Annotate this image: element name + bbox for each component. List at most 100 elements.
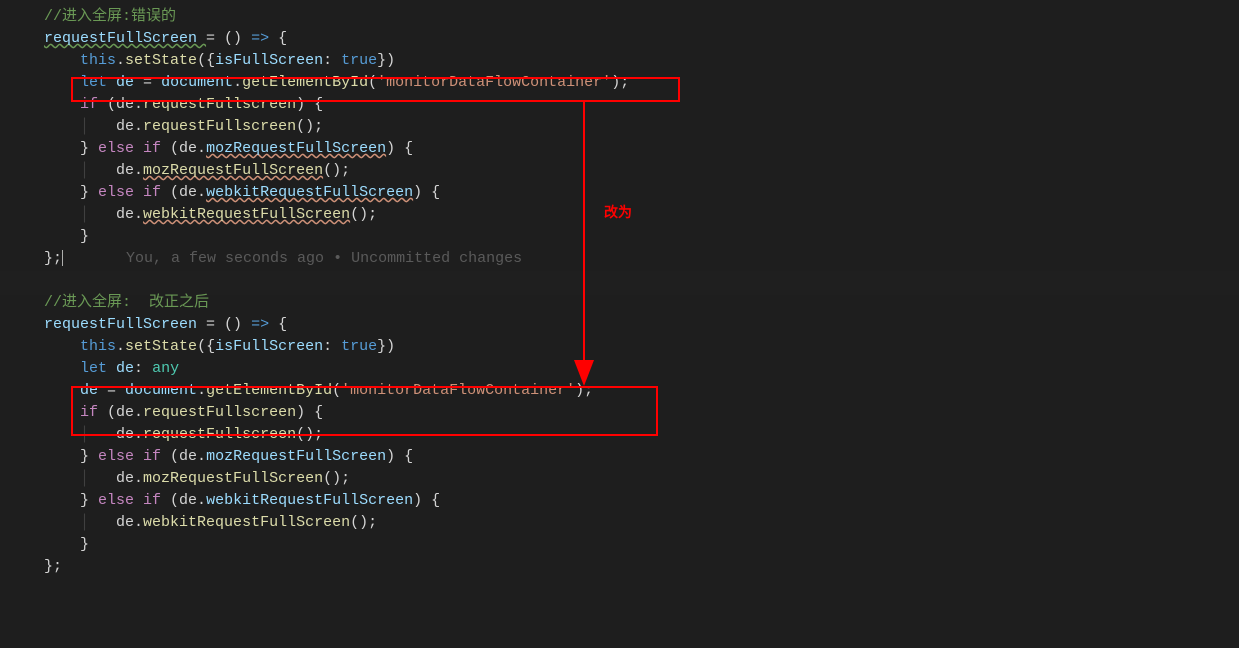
code-token: ()	[215, 316, 251, 333]
code-token: })	[377, 52, 395, 69]
code-token: webkitRequestFullScreen	[143, 514, 350, 531]
code-token: else if	[98, 184, 161, 201]
code-token: de	[107, 360, 134, 377]
code-token: de	[80, 382, 107, 399]
code-token: :	[323, 338, 341, 355]
code-token: =	[143, 74, 152, 91]
code-token: ();	[350, 206, 377, 223]
code-token: ) {	[386, 448, 413, 465]
annotation-label: 改为	[604, 202, 632, 222]
code-token: (de.	[161, 184, 206, 201]
code-token: de	[107, 74, 143, 91]
code-token: :	[323, 52, 341, 69]
code-token: ) {	[386, 140, 413, 157]
code-token: de.	[116, 162, 143, 179]
code-token: requestFullscreen	[143, 96, 296, 113]
code-token: true	[341, 338, 377, 355]
code-token: ();	[296, 118, 323, 135]
code-token: mozRequestFullScreen	[206, 448, 386, 465]
code-token: (de.	[161, 140, 206, 157]
code-token: let	[80, 74, 107, 91]
indent-guide: │	[80, 426, 116, 443]
code-token: (	[368, 74, 377, 91]
code-token: };	[44, 558, 62, 575]
code-token: true	[341, 52, 377, 69]
code-token: ) {	[296, 96, 323, 113]
code-token: mozRequestFullScreen	[143, 470, 323, 487]
code-token: ();	[296, 426, 323, 443]
indent-guide: │	[80, 470, 116, 487]
indent-guide: │	[80, 206, 116, 223]
code-token: 'monitorDataFlowContainer'	[377, 74, 611, 91]
code-token: webkitRequestFullScreen	[143, 206, 350, 223]
code-token: webkitRequestFullScreen	[206, 492, 413, 509]
code-token: .	[233, 74, 242, 91]
code-token: de.	[116, 118, 143, 135]
code-token: ();	[350, 514, 377, 531]
code-token: getElementById	[206, 382, 332, 399]
code-token: isFullScreen	[215, 52, 323, 69]
code-token: ();	[323, 470, 350, 487]
code-token: de.	[116, 514, 143, 531]
code-token: requestFullScreen	[44, 316, 206, 333]
code-token: getElementById	[242, 74, 368, 91]
code-token: webkitRequestFullScreen	[206, 184, 413, 201]
code-token: de.	[116, 470, 143, 487]
code-token: ) {	[296, 404, 323, 421]
code-token: requestFullscreen	[143, 426, 296, 443]
code-token: =>	[251, 316, 269, 333]
code-token: setState	[125, 338, 197, 355]
code-token: }	[80, 140, 98, 157]
code-token: this	[80, 52, 116, 69]
code-token: }	[80, 536, 89, 553]
code-token: de.	[116, 206, 143, 223]
code-token: }	[80, 228, 89, 245]
indent-guide: │	[80, 514, 116, 531]
code-token: de.	[116, 426, 143, 443]
code-token: :	[134, 360, 152, 377]
code-token: mozRequestFullScreen	[206, 140, 386, 157]
code-token: =	[206, 316, 215, 333]
code-token: };	[44, 250, 62, 267]
code-token: ()	[215, 30, 251, 47]
code-token: {	[269, 30, 287, 47]
code-token: .	[116, 52, 125, 69]
code-token: }	[80, 492, 98, 509]
code-token: else if	[98, 492, 161, 509]
code-token: mozRequestFullScreen	[143, 162, 323, 179]
code-block-wrong[interactable]: //进入全屏:错误的 requestFullScreen = () => { t…	[0, 6, 1239, 270]
code-token: if	[80, 96, 98, 113]
code-token: 'monitorDataFlowContainer'	[341, 382, 575, 399]
code-token: this	[80, 338, 116, 355]
code-token: any	[152, 360, 179, 377]
code-token: ({	[197, 52, 215, 69]
code-token: requestFullscreen	[143, 404, 296, 421]
code-token: =	[107, 382, 116, 399]
code-token: isFullScreen	[215, 338, 323, 355]
code-token: ) {	[413, 492, 440, 509]
code-token: else if	[98, 448, 161, 465]
indent-guide: │	[80, 118, 116, 135]
text-cursor	[62, 250, 63, 266]
code-token: =>	[251, 30, 269, 47]
comment-text: //进入全屏: 改正之后	[44, 294, 209, 311]
code-token: .	[197, 382, 206, 399]
code-token: ();	[323, 162, 350, 179]
code-token: .	[116, 338, 125, 355]
code-token: document	[116, 382, 197, 399]
code-token: ({	[197, 338, 215, 355]
code-token: (de.	[98, 96, 143, 113]
code-token: document	[152, 74, 233, 91]
code-token: (de.	[161, 448, 206, 465]
code-token: requestFullScreen	[44, 30, 206, 47]
code-token: let	[80, 360, 107, 377]
code-token: {	[269, 316, 287, 333]
code-token: }	[80, 448, 98, 465]
code-token: ) {	[413, 184, 440, 201]
code-token: );	[611, 74, 629, 91]
code-token: if	[80, 404, 98, 421]
code-token: })	[377, 338, 395, 355]
code-token: requestFullscreen	[143, 118, 296, 135]
code-block-fixed[interactable]: //进入全屏: 改正之后 requestFullScreen = () => {…	[0, 292, 1239, 578]
code-token: (de.	[98, 404, 143, 421]
